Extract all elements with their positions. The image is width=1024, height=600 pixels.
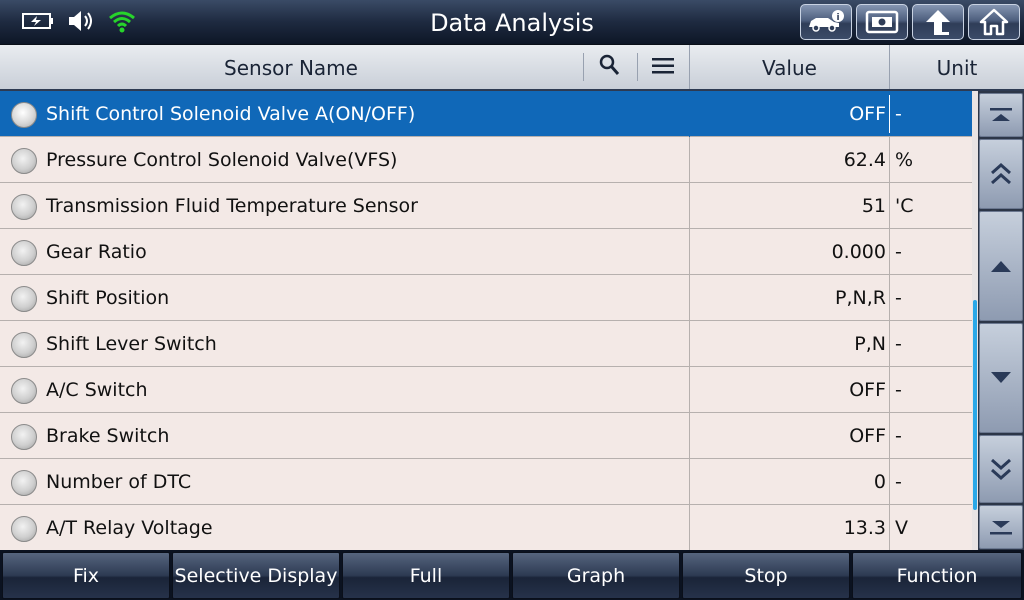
table-header: Sensor Name Value Unit — [0, 45, 1024, 91]
sensor-unit: - — [895, 379, 902, 401]
sensor-value: P,N,R — [835, 287, 886, 309]
table-row[interactable]: Number of DTC 0 - — [0, 459, 972, 505]
sensor-value: 62.4 — [843, 149, 886, 171]
scroll-top-icon — [990, 108, 1012, 121]
scroll-thumb[interactable] — [973, 300, 977, 510]
scroll-bottom-button[interactable] — [979, 505, 1023, 549]
value-header: Value — [762, 56, 817, 80]
sensor-value: 51 — [861, 195, 886, 217]
sensor-value: 0 — [873, 471, 886, 493]
sensor-unit: - — [895, 287, 902, 309]
search-icon — [599, 54, 620, 75]
row-radio-icon[interactable] — [11, 470, 37, 496]
row-radio-icon[interactable] — [11, 194, 37, 220]
function-bar: Fix Selective Display Full Graph Stop Fu… — [0, 550, 1024, 600]
page-up-icon — [991, 162, 1011, 185]
sensor-unit: - — [895, 103, 902, 125]
sensor-list: Shift Control Solenoid Valve A(ON/OFF) O… — [0, 91, 972, 550]
line-up-icon — [991, 261, 1011, 272]
sensor-name: A/T Relay Voltage — [46, 517, 213, 539]
sensor-name-header[interactable]: Sensor Name — [0, 45, 582, 89]
sensor-unit: - — [895, 333, 902, 355]
svg-text:i: i — [836, 13, 839, 23]
scroll-bottom-icon — [990, 521, 1012, 535]
table-row[interactable]: A/C Switch OFF - — [0, 367, 972, 413]
unit-header: Unit — [936, 56, 978, 80]
sensor-value: 13.3 — [843, 517, 886, 539]
page-up-button[interactable] — [979, 139, 1023, 209]
sensor-unit: 'C — [895, 195, 914, 217]
sensor-name: Gear Ratio — [46, 241, 147, 263]
sensor-name: Number of DTC — [46, 471, 192, 493]
selective-display-button[interactable]: Selective Display — [172, 552, 340, 599]
line-down-button[interactable] — [979, 323, 1023, 433]
row-radio-icon[interactable] — [11, 516, 37, 542]
menu-icon — [652, 58, 674, 74]
vehicle-info-icon: i — [809, 10, 844, 32]
sensor-unit: V — [895, 517, 908, 539]
table-row[interactable]: Brake Switch OFF - — [0, 413, 972, 459]
scroll-top-button[interactable] — [979, 93, 1023, 137]
page-down-button[interactable] — [979, 435, 1023, 503]
row-radio-icon[interactable] — [11, 424, 37, 450]
table-row[interactable]: Shift Position P,N,R - — [0, 275, 972, 321]
screenshot-button[interactable] — [856, 4, 908, 40]
sensor-value: P,N — [854, 333, 886, 355]
sensor-unit: - — [895, 241, 902, 263]
line-up-button[interactable] — [979, 211, 1023, 321]
menu-button[interactable] — [638, 45, 688, 89]
table-row[interactable]: Pressure Control Solenoid Valve(VFS) 62.… — [0, 137, 972, 183]
row-radio-icon[interactable] — [11, 378, 37, 404]
function-button[interactable]: Function — [852, 552, 1022, 599]
sensor-name: Shift Lever Switch — [46, 333, 217, 355]
screenshot-icon — [865, 10, 899, 34]
sensor-name: Shift Control Solenoid Valve A(ON/OFF) — [46, 103, 416, 125]
sensor-unit: % — [895, 149, 914, 171]
table-row[interactable]: A/T Relay Voltage 13.3 V — [0, 505, 972, 550]
sensor-name: Shift Position — [46, 287, 170, 309]
page-down-icon — [991, 458, 1011, 481]
fix-button[interactable]: Fix — [2, 552, 170, 599]
sensor-unit: - — [895, 425, 902, 447]
row-radio-icon[interactable] — [11, 148, 37, 174]
row-radio-icon[interactable] — [11, 286, 37, 312]
sensor-value: OFF — [849, 103, 886, 125]
vehicle-info-button[interactable]: i — [800, 4, 852, 40]
title-bar: Data Analysis i — [0, 0, 1024, 45]
search-button[interactable] — [584, 45, 636, 89]
row-radio-icon[interactable] — [11, 332, 37, 358]
table-row[interactable]: Transmission Fluid Temperature Sensor 51… — [0, 183, 972, 229]
sensor-value: OFF — [849, 425, 886, 447]
graph-button[interactable]: Graph — [512, 552, 680, 599]
scroll-buttons — [978, 91, 1024, 550]
sensor-name: Brake Switch — [46, 425, 170, 447]
home-button[interactable] — [968, 4, 1020, 40]
sensor-name: Transmission Fluid Temperature Sensor — [46, 195, 418, 217]
line-down-icon — [991, 372, 1011, 383]
table-row[interactable]: Gear Ratio 0.000 - — [0, 229, 972, 275]
sensor-value: OFF — [849, 379, 886, 401]
full-button[interactable]: Full — [342, 552, 510, 599]
back-button[interactable] — [912, 4, 964, 40]
sensor-unit: - — [895, 471, 902, 493]
table-row[interactable]: Shift Control Solenoid Valve A(ON/OFF) O… — [0, 91, 972, 137]
home-icon — [979, 8, 1009, 36]
stop-button[interactable]: Stop — [682, 552, 850, 599]
row-radio-icon[interactable] — [11, 240, 37, 266]
sensor-name: A/C Switch — [46, 379, 148, 401]
sensor-value: 0.000 — [831, 241, 886, 263]
back-up-arrow-icon — [926, 10, 950, 35]
row-radio-icon[interactable] — [11, 102, 37, 128]
sensor-name: Pressure Control Solenoid Valve(VFS) — [46, 149, 398, 171]
table-row[interactable]: Shift Lever Switch P,N - — [0, 321, 972, 367]
